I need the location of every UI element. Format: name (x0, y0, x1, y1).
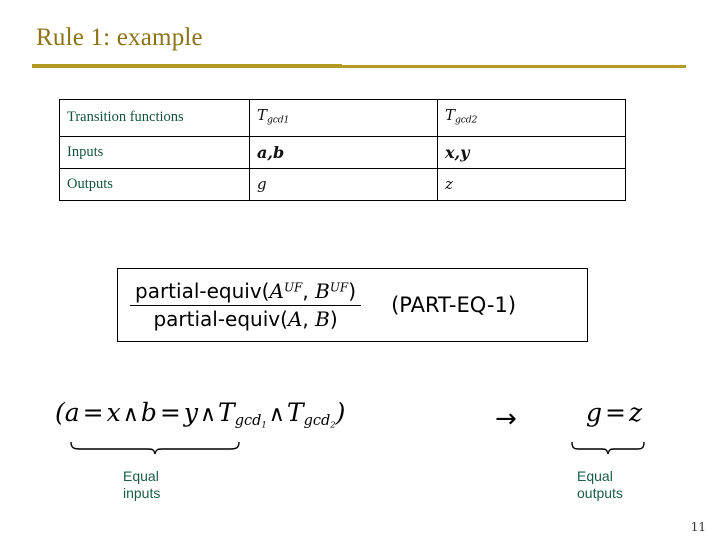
caption-equal-inputs: Equal inputs (123, 468, 161, 501)
table-cell-value2: Tgcd2 (437, 99, 626, 137)
formula-transition-1: Tgcd1 (218, 398, 267, 430)
table-cell-value1: g (249, 167, 438, 201)
row-label-transition-functions: Transition functions (67, 109, 184, 126)
numerator-b-superscript: UF (329, 280, 349, 295)
inputs-column-1: a,b (257, 142, 285, 162)
inference-rule-numerator: partial-equiv(AUF, BUF) (130, 279, 362, 306)
t1-base: T (257, 106, 268, 124)
inference-rule-name: (PART-EQ-1) (391, 293, 517, 317)
page-title: Rule 1: example (36, 24, 203, 51)
numerator-var-a: AUF (269, 279, 302, 303)
numerator-a-base: A (269, 279, 284, 304)
inference-rule-denominator: partial-equiv(A, B) (130, 306, 361, 330)
row-label-outputs: Outputs (67, 175, 113, 192)
var-y: y (183, 398, 198, 427)
formula-t1-sub-text: gcd (234, 413, 262, 430)
table-cell-value1: Tgcd1 (249, 99, 438, 137)
numerator-separator: , (302, 279, 316, 304)
implication-arrow-icon: → (495, 404, 517, 434)
formula-t2-base: T (286, 398, 304, 427)
transition-function-table: Transition functions Tgcd1 Tgcd2 Inputs … (59, 99, 626, 201)
numerator-prefix: partial-equiv( (135, 279, 270, 304)
equals-1: = (82, 398, 104, 427)
formula-transition-2: Tgcd2 (286, 398, 336, 430)
var-z: z (628, 398, 643, 427)
var-a: a (64, 398, 80, 427)
outputs-column-1: g (257, 174, 267, 193)
title-underline-left (32, 64, 342, 68)
numerator-suffix: ) (348, 279, 357, 304)
underbrace-equal-outputs-icon (571, 441, 645, 455)
table-row: Inputs a,b x,y (59, 135, 626, 169)
open-paren: ( (55, 398, 65, 427)
and-3: ∧ (268, 402, 285, 427)
table-row: Transition functions Tgcd1 Tgcd2 (59, 99, 626, 137)
table-row: Outputs g z (59, 167, 626, 201)
equals-3: = (605, 398, 626, 427)
var-x: x (106, 398, 121, 427)
denominator-separator: , (302, 306, 316, 331)
formula-t1-index: 1 (261, 419, 267, 430)
formula-t2-sub: gcd2 (303, 413, 336, 430)
var-g: g (586, 398, 603, 427)
inputs-column-2: x,y (445, 142, 470, 162)
numerator-b-base: B (315, 279, 330, 304)
table-cell-label: Inputs (59, 135, 250, 169)
caption-equal-outputs: Equal outputs (577, 468, 623, 501)
table-cell-label: Transition functions (59, 99, 250, 137)
page-number: 11 (690, 520, 706, 534)
denominator-suffix: ) (329, 306, 338, 331)
table-cell-value1: a,b (249, 135, 438, 169)
table-cell-label: Outputs (59, 167, 250, 201)
and-1: ∧ (122, 402, 139, 427)
implication-formula: (a = x∧b = y∧Tgcd1∧Tgcd2) → g = z (55, 398, 665, 468)
formula-consequent: g = z (586, 398, 642, 427)
transition-function-2: Tgcd2 (438, 100, 625, 136)
numerator-a-superscript: UF (283, 280, 303, 295)
outputs-column-2: z (445, 174, 453, 193)
row-label-inputs: Inputs (67, 143, 104, 160)
close-paren: ) (335, 398, 346, 427)
t2-base: T (445, 106, 456, 124)
t1-subscript: gcd1 (267, 114, 290, 126)
transition-function-1: Tgcd1 (250, 100, 437, 136)
t2-subscript: gcd2 (455, 114, 478, 126)
inference-rule-box: partial-equiv(AUF, BUF) partial-equiv(A,… (117, 268, 588, 342)
formula-antecedent: (a = x∧b = y∧Tgcd1∧Tgcd2) (55, 398, 345, 430)
and-2: ∧ (199, 402, 217, 427)
numerator-var-b: BUF (315, 279, 348, 303)
formula-t1-sub: gcd1 (234, 413, 267, 430)
denominator-prefix: partial-equiv( (153, 306, 288, 331)
title-underline-right (342, 65, 686, 68)
var-b: b (140, 398, 157, 427)
formula-t2-sub-text: gcd (303, 413, 331, 430)
table-cell-value2: x,y (437, 135, 626, 169)
underbrace-equal-inputs-icon (70, 441, 240, 455)
denominator-var-a: A (287, 306, 303, 331)
equals-2: = (159, 398, 181, 427)
formula-t1-base: T (218, 398, 235, 427)
denominator-var-b: B (315, 306, 330, 331)
inference-rule-fraction: partial-equiv(AUF, BUF) partial-equiv(A,… (130, 279, 362, 330)
table-cell-value2: z (437, 167, 626, 201)
